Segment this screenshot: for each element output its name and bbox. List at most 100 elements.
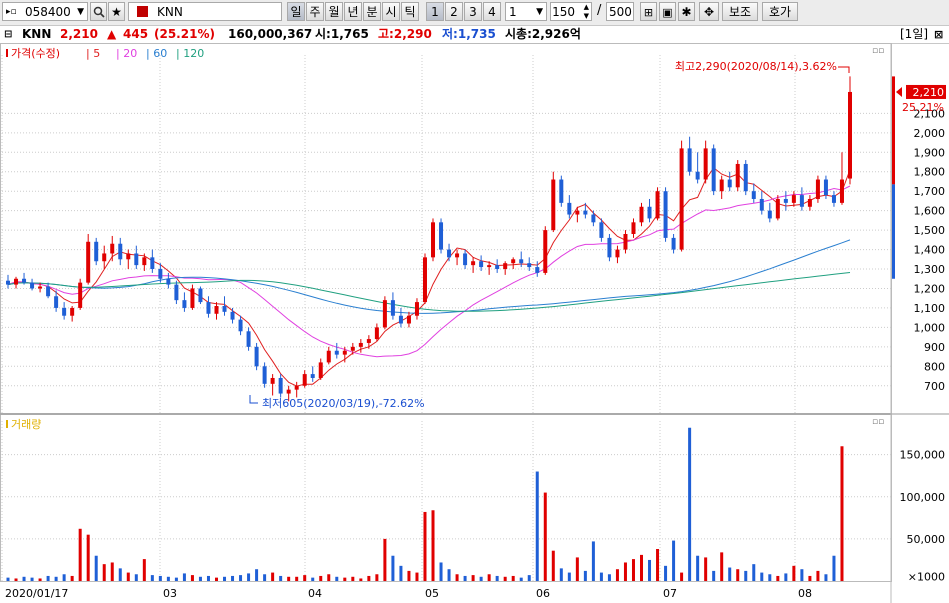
candle-body [158, 269, 163, 279]
candle-body [759, 198, 764, 211]
current-price-marker [896, 86, 902, 97]
new-window-button[interactable]: ⊞ [640, 2, 657, 21]
y-tick-label: 2,000 [914, 127, 946, 140]
info-volume: 160,000,367 [228, 27, 313, 41]
collapse-icon[interactable]: ⊟ [4, 26, 12, 43]
save-icon: ▣ [662, 6, 673, 19]
ma-legend-60: | 60 [146, 47, 167, 60]
candle-body [238, 319, 243, 332]
price-pane [0, 43, 892, 414]
price-pane-icons: ▫▫ [872, 46, 884, 56]
quote-button[interactable]: 호가 [762, 2, 798, 21]
volume-bar [800, 569, 804, 581]
search-button[interactable] [90, 2, 107, 21]
candle-body [270, 377, 275, 384]
candle-body [655, 191, 660, 219]
candle-body [230, 311, 235, 320]
candle-body [823, 179, 828, 196]
unit-dropdown-icon[interactable]: ▼ [536, 3, 543, 22]
move-button[interactable]: ✥ [699, 2, 719, 21]
y-tick-label: 1,500 [914, 224, 946, 237]
volume-bar [311, 577, 315, 581]
volume-bar [511, 575, 515, 581]
count-spinner-icon[interactable]: ▲ ▼ [584, 3, 589, 21]
volume-bar [704, 557, 708, 581]
volume-bar [327, 574, 331, 581]
period-button-2[interactable]: 월 [325, 2, 343, 21]
volume-bar [182, 573, 186, 581]
candle-body [503, 263, 508, 270]
save-button[interactable]: ▣ [659, 2, 676, 21]
y-tick-label: 700 [924, 380, 945, 393]
candle-body [302, 374, 307, 386]
candle-body [591, 214, 596, 223]
period-button-0[interactable]: 일 [287, 2, 305, 21]
y-tick-label: 1,200 [914, 282, 946, 295]
candle-body [406, 315, 411, 324]
info-high: 고:2,290 [378, 27, 432, 41]
stock-name-field[interactable]: KNN [128, 2, 282, 21]
period-button-5[interactable]: 시 [382, 2, 400, 21]
candle-body [848, 91, 852, 179]
y-tick-label: 1,400 [914, 244, 946, 257]
code-field[interactable]: ▸▫ 058400 ▼ [2, 2, 88, 21]
volume-bar [623, 562, 627, 581]
period-button-6[interactable]: 틱 [401, 2, 419, 21]
favorite-button[interactable]: ★ [108, 2, 125, 21]
candle-body [695, 171, 700, 180]
volume-bar [239, 575, 243, 581]
candle-body [431, 222, 436, 258]
volume-bar [375, 574, 379, 581]
number-button-3[interactable]: 3 [464, 2, 482, 21]
aux-button[interactable]: 보조 [722, 2, 758, 21]
volume-bar [575, 557, 579, 581]
volume-bar [335, 576, 339, 581]
period-button-1[interactable]: 주 [306, 2, 324, 21]
total-field[interactable]: 500 [606, 2, 634, 21]
period-button-4[interactable]: 분 [363, 2, 381, 21]
volume-bar [30, 577, 34, 581]
stock-color-icon [137, 6, 148, 17]
volume-bar [54, 576, 58, 581]
unit-select[interactable]: 1 ▼ [505, 2, 547, 21]
volume-bar [551, 550, 555, 581]
volume-bar [615, 569, 619, 581]
new-window-icon: ⊞ [643, 6, 654, 19]
candle-body [567, 202, 572, 215]
volume-bar [535, 471, 539, 581]
info-low: 저:1,735 [442, 27, 496, 41]
volume-bar [142, 559, 146, 581]
volume-bar [808, 575, 812, 581]
y-tick-label: 1,800 [914, 166, 946, 179]
volume-bar [672, 540, 676, 581]
candle-body [623, 234, 628, 250]
count-field[interactable]: 150 ▲ ▼ [550, 2, 592, 21]
period-button-3[interactable]: 년 [344, 2, 362, 21]
volume-bar [712, 570, 716, 581]
number-button-1[interactable]: 1 [426, 2, 444, 21]
candle-body [278, 377, 283, 394]
code-dropdown-icon[interactable]: ▼ [77, 3, 84, 22]
number-button-4[interactable]: 4 [483, 2, 501, 21]
volume-bar [728, 567, 732, 581]
candle-body [703, 148, 708, 180]
period-label[interactable]: [1일] [900, 26, 928, 43]
candle-body [366, 339, 371, 343]
x-tick-label: 06 [536, 587, 550, 600]
x-tick-label: 2020/01/17 [5, 587, 68, 600]
number-button-2[interactable]: 2 [445, 2, 463, 21]
candle-body [839, 179, 844, 203]
volume-bar [479, 576, 483, 581]
volume-bar [38, 578, 42, 581]
candle-body [102, 253, 107, 262]
settings-button[interactable]: ✱ [678, 2, 695, 21]
candle-body [767, 210, 772, 219]
y-tick-label: 1,100 [914, 302, 946, 315]
volume-bar [656, 549, 660, 581]
code-input[interactable]: 058400 [25, 3, 71, 22]
candle-body [78, 282, 83, 308]
candle-body [94, 241, 99, 262]
candle-body [174, 284, 179, 301]
close-panel-icon[interactable]: ⊠ [934, 26, 943, 43]
volume-bar [407, 570, 411, 581]
